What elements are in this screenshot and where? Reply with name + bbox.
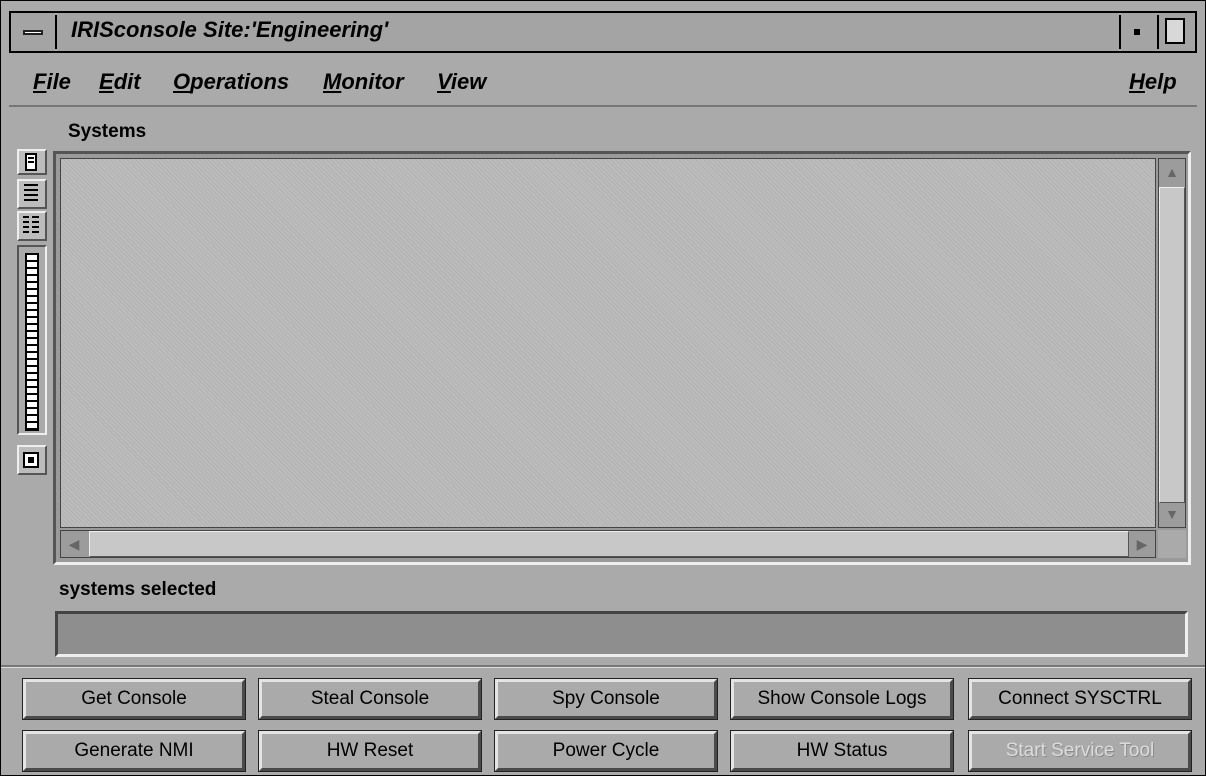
title-bar[interactable]: IRISconsole Site:'Engineering' (9, 11, 1197, 53)
iris-console-window: IRISconsole Site:'Engineering' File Edit… (0, 0, 1206, 776)
systems-list[interactable] (60, 158, 1156, 528)
vertical-scroll-thumb[interactable] (1159, 187, 1185, 503)
horizontal-scroll-thumb[interactable] (89, 531, 1129, 557)
scroll-corner (1158, 530, 1186, 558)
start-service-tool-button: Start Service Tool (968, 730, 1192, 772)
hw-status-button[interactable]: HW Status (730, 730, 954, 772)
window-menu-icon[interactable] (13, 15, 57, 49)
systems-selected-label: systems selected (59, 579, 217, 600)
show-console-logs-button[interactable]: Show Console Logs (730, 678, 954, 720)
systems-selected-field[interactable] (55, 611, 1188, 657)
detail-view-icon[interactable] (17, 211, 47, 241)
spy-console-button[interactable]: Spy Console (494, 678, 718, 720)
scroll-right-icon[interactable]: ▶ (1129, 531, 1155, 557)
menu-edit[interactable]: Edit (99, 69, 141, 95)
zoom-slider-icon[interactable] (17, 245, 47, 435)
get-console-button[interactable]: Get Console (22, 678, 246, 720)
scroll-left-icon[interactable]: ◀ (61, 531, 87, 557)
scroll-up-icon[interactable]: ▲ (1159, 159, 1185, 185)
menu-file[interactable]: File (33, 69, 71, 95)
minimize-icon[interactable] (1119, 15, 1155, 49)
select-all-icon[interactable] (17, 445, 47, 475)
window-title: IRISconsole Site:'Engineering' (71, 17, 389, 42)
computer-icon[interactable] (17, 149, 47, 175)
vertical-scrollbar[interactable]: ▲ ▼ (1158, 158, 1186, 528)
menu-operations[interactable]: Operations (173, 69, 289, 95)
zoom-slider-thumb[interactable] (25, 253, 39, 431)
systems-list-frame: ▲ ▼ ◀ ▶ (53, 151, 1191, 565)
scroll-down-icon[interactable]: ▼ (1159, 501, 1185, 527)
list-view-icon[interactable] (17, 179, 47, 209)
maximize-icon[interactable] (1157, 15, 1193, 49)
hw-reset-button[interactable]: HW Reset (258, 730, 482, 772)
menu-monitor[interactable]: Monitor (323, 69, 404, 95)
steal-console-button[interactable]: Steal Console (258, 678, 482, 720)
connect-sysctrl-button[interactable]: Connect SYSCTRL (968, 678, 1192, 720)
view-toolbar (17, 149, 47, 479)
horizontal-scrollbar[interactable]: ◀ ▶ (60, 530, 1156, 558)
menu-view[interactable]: View (437, 69, 486, 95)
divider (1, 665, 1205, 668)
power-cycle-button[interactable]: Power Cycle (494, 730, 718, 772)
menu-bar: File Edit Operations Monitor View Help (9, 55, 1197, 107)
menu-help[interactable]: Help (1129, 69, 1177, 95)
systems-label: Systems (68, 121, 147, 142)
generate-nmi-button[interactable]: Generate NMI (22, 730, 246, 772)
